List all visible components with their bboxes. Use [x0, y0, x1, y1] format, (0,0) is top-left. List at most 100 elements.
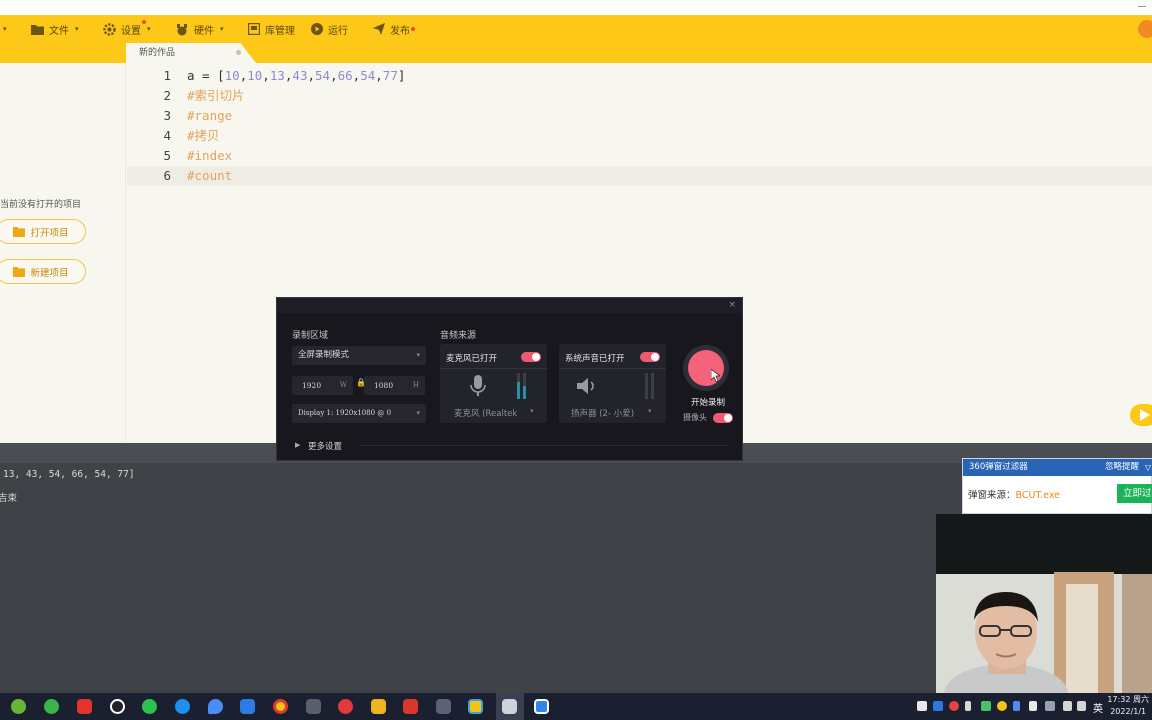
- toolbar-library-label: 库管理: [265, 25, 295, 37]
- assistant-play-icon[interactable]: [1130, 404, 1152, 426]
- tray-wechat-icon[interactable]: [981, 701, 991, 711]
- record-mode-select[interactable]: 全屏录制模式 ▾: [292, 346, 426, 365]
- code-line[interactable]: 2 #索引切片: [127, 86, 1152, 106]
- recorder-title-bar: ×: [277, 298, 742, 313]
- toolbar-menu-caret[interactable]: ▾: [2, 15, 7, 43]
- number-token: 13: [269, 68, 285, 83]
- code-line[interactable]: 3 #range: [127, 106, 1152, 126]
- clipboard-app-icon[interactable]: [306, 699, 321, 714]
- wps-icon[interactable]: [403, 699, 418, 714]
- camera-label: 摄像头: [683, 413, 707, 422]
- browser-360-icon[interactable]: [44, 699, 59, 714]
- file-explorer-icon[interactable]: [371, 699, 386, 714]
- chevron-down-icon: ▾: [416, 409, 420, 417]
- more-settings-toggle[interactable]: 更多设置: [308, 440, 342, 452]
- start-record-button[interactable]: [683, 345, 729, 391]
- comma: ,: [330, 68, 338, 83]
- tray-doc-icon[interactable]: [917, 701, 927, 711]
- qq-icon[interactable]: [110, 699, 125, 714]
- system-audio-card: 系统声音已打开 扬声器 (2- 小爱) ▾: [559, 344, 666, 423]
- start-icon[interactable]: [11, 699, 26, 714]
- minimize-icon[interactable]: [1138, 6, 1146, 7]
- number-token: 77: [382, 68, 398, 83]
- drop-app-icon[interactable]: [208, 699, 223, 714]
- mind-editor-icon[interactable]: [468, 699, 483, 714]
- settings-notification-dot: [142, 20, 146, 24]
- width-value: 1920: [302, 381, 322, 390]
- popup-header: 360弹窗过滤器 忽略提醒 ▽: [963, 459, 1152, 476]
- filter-now-button[interactable]: 立即过: [1117, 484, 1152, 503]
- music-app-icon[interactable]: [338, 699, 353, 714]
- chevron-down-icon[interactable]: ▽: [1145, 459, 1151, 476]
- feishu-icon[interactable]: [175, 699, 190, 714]
- tray-app-icon[interactable]: [933, 701, 943, 711]
- open-project-label: 打开项目: [30, 227, 69, 239]
- wechat-icon[interactable]: [142, 699, 157, 714]
- code-line[interactable]: 1 a = [10,10,13,43,54,66,54,77]: [127, 66, 1152, 86]
- popup-source-label: 弹窗来源：: [968, 490, 1016, 501]
- library-icon: [248, 23, 260, 35]
- microphone-icon[interactable]: [965, 701, 971, 711]
- system-audio-toggle[interactable]: [640, 352, 660, 362]
- ignore-button[interactable]: 忽略提醒: [1105, 459, 1139, 476]
- code-line[interactable]: 4 #拷贝: [127, 126, 1152, 146]
- new-project-button[interactable]: 新建项目: [0, 259, 86, 284]
- mouse-cursor-icon: [711, 369, 720, 382]
- code-text: a = [10,10,13,43,54,66,54,77]: [187, 66, 405, 86]
- folder-icon: [31, 24, 44, 35]
- tray-network-icon[interactable]: [1029, 701, 1037, 711]
- video-app-icon[interactable]: [77, 699, 92, 714]
- user-badge-icon[interactable]: [1138, 20, 1152, 38]
- console-line: 吉束: [0, 493, 18, 504]
- comment-text: #count: [187, 168, 233, 183]
- new-project-label: 新建项目: [30, 267, 69, 279]
- mic-toggle[interactable]: [521, 352, 541, 362]
- toolbar-publish-button[interactable]: 发布: [373, 15, 410, 43]
- speaker-device-select[interactable]: 扬声器 (2- 小爱): [571, 407, 634, 419]
- chevron-down-icon[interactable]: ▾: [530, 407, 534, 415]
- toolbar-hardware-button[interactable]: 硬件 ▾: [175, 15, 224, 43]
- window-app-icon[interactable]: [534, 699, 549, 714]
- width-input[interactable]: 1920 W: [292, 376, 353, 395]
- number-token: 10: [224, 68, 240, 83]
- mic-device-select[interactable]: 麦克风 (Realtek: [454, 407, 517, 419]
- code-line-active[interactable]: 6 #count: [127, 166, 1152, 186]
- open-project-button[interactable]: 打开项目: [0, 219, 86, 244]
- toolbar-run-button[interactable]: 运行: [311, 15, 348, 43]
- volume-icon[interactable]: [1077, 701, 1086, 711]
- bluetooth-icon[interactable]: [1013, 701, 1020, 711]
- toolbar-library-button[interactable]: 库管理: [248, 15, 295, 43]
- mic-level-meter-icon: [517, 373, 526, 399]
- number-token: 66: [337, 68, 353, 83]
- tray-yellow-icon[interactable]: [997, 701, 1007, 711]
- webcam-image: [936, 514, 1152, 694]
- tab-bar: 新的作品: [0, 43, 1152, 63]
- camera-toggle[interactable]: [713, 413, 733, 423]
- toolbar-file-button[interactable]: 文件 ▾: [31, 15, 79, 43]
- code-line[interactable]: 5 #index: [127, 146, 1152, 166]
- mail-app-icon[interactable]: [240, 699, 255, 714]
- expand-arrow-icon[interactable]: ▶: [295, 441, 300, 449]
- close-icon[interactable]: ×: [728, 300, 736, 310]
- taskbar: 英 17:32 周六 2022/1/1: [0, 693, 1152, 720]
- chrome-icon[interactable]: [273, 699, 288, 714]
- divider: [559, 368, 666, 369]
- hardware-icon: [177, 23, 187, 35]
- line-number: 3: [163, 108, 171, 123]
- display-select[interactable]: Display 1: 1920x1080 @ 0 ▾: [292, 404, 426, 423]
- comment-text: #索引切片: [187, 88, 245, 103]
- send-icon: [373, 23, 385, 35]
- toolbar-run-label: 运行: [328, 25, 348, 37]
- clock[interactable]: 17:32 周六 2022/1/1: [1107, 694, 1149, 718]
- height-input[interactable]: 1080 H: [364, 376, 425, 395]
- record-area-label: 录制区域: [292, 331, 329, 341]
- tray-search-icon[interactable]: [1045, 701, 1055, 711]
- ime-indicator[interactable]: 英: [1093, 700, 1103, 715]
- tray-security-icon[interactable]: [949, 701, 959, 711]
- wifi-icon[interactable]: [1063, 701, 1072, 711]
- bcut-icon[interactable]: [502, 699, 517, 714]
- main-toolbar: ▾ 文件 ▾ 设置 ▾ 硬件 ▾ 库管理 运行 发布: [0, 15, 1152, 43]
- chevron-down-icon[interactable]: ▾: [648, 407, 652, 415]
- m-app-icon[interactable]: [436, 699, 451, 714]
- tab-unsaved-dot-icon[interactable]: [236, 50, 241, 55]
